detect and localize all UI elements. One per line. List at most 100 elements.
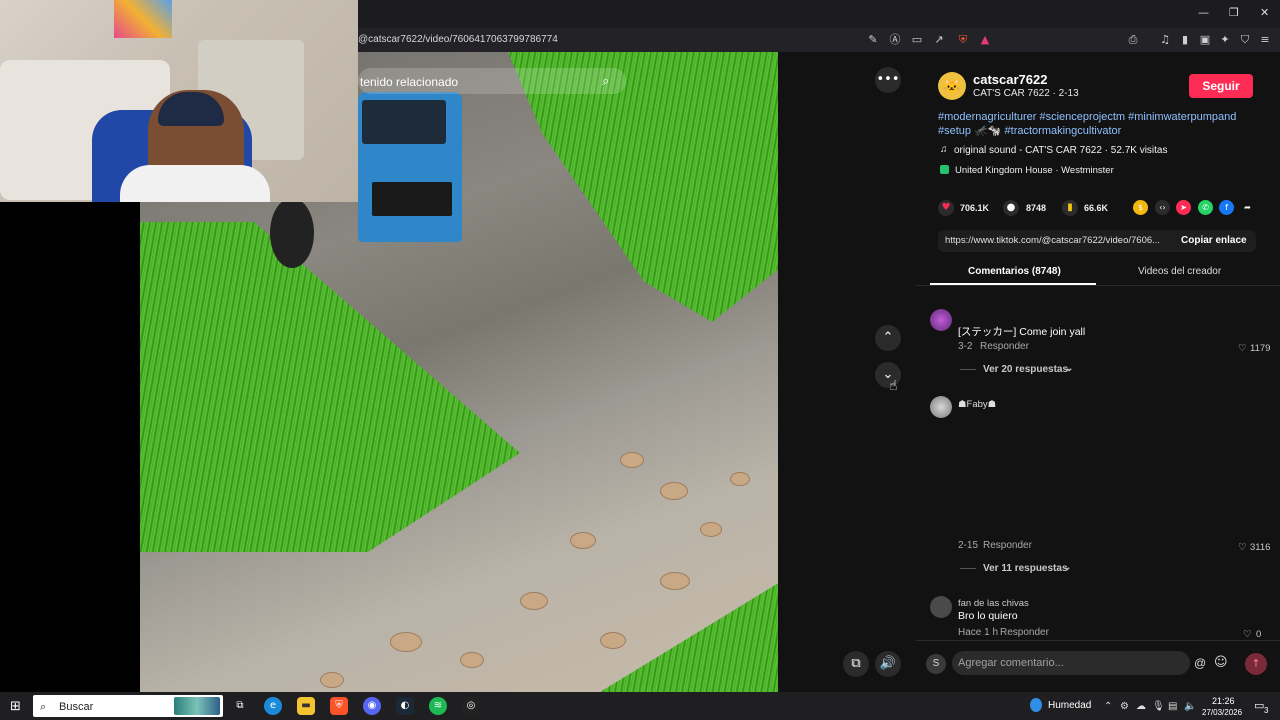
task-view-icon[interactable]: ⧉: [231, 697, 249, 715]
pebble: [460, 652, 484, 668]
tab-comments[interactable]: Comentarios (8748): [968, 266, 1061, 277]
volume-button[interactable]: 🔊: [875, 651, 901, 677]
menu-icon[interactable]: ≡: [1258, 33, 1272, 47]
clock-time[interactable]: 21:26: [1212, 696, 1235, 706]
whatsapp-icon[interactable]: ✆: [1198, 200, 1213, 215]
obs-icon[interactable]: ◎: [462, 697, 480, 715]
picture-in-picture-button[interactable]: ⧉: [843, 651, 869, 677]
discord-icon[interactable]: ◉: [363, 697, 381, 715]
creator-subtitle: CAT'S CAR 7622 · 2-13: [973, 88, 1079, 99]
humidity-icon: [1030, 698, 1042, 712]
notifications-icon[interactable]: ▭: [1254, 699, 1264, 712]
bookmark-icon[interactable]: ▮: [1062, 200, 1078, 216]
previous-video-button[interactable]: ⌃: [875, 325, 901, 351]
share-arrow-icon[interactable]: ➦: [1240, 200, 1255, 215]
comment-avatar[interactable]: [930, 596, 952, 618]
comment-like-icon[interactable]: ♡: [1243, 629, 1252, 640]
view-replies-button[interactable]: Ver 20 respuestas: [983, 364, 1068, 375]
windows-start-icon[interactable]: ⊞: [10, 699, 21, 714]
reader-mode-icon[interactable]: ✎: [866, 33, 880, 47]
reply-button[interactable]: Responder: [980, 341, 1029, 352]
creator-username[interactable]: catscar7622: [973, 72, 1047, 87]
webcam-poster: [114, 0, 172, 38]
microphone-icon[interactable]: 🎙: [1152, 701, 1165, 712]
embed-icon[interactable]: ‹›: [1155, 200, 1170, 215]
mention-icon[interactable]: @: [1194, 656, 1206, 670]
url-text[interactable]: @catscar7622/video/7606417063799786774: [358, 34, 558, 45]
tray-app-icon[interactable]: ⚙: [1120, 701, 1129, 712]
composer-divider: [916, 640, 1280, 641]
comment-author[interactable]: ☗Faby☗: [958, 399, 996, 410]
weather-label[interactable]: Humedad: [1048, 700, 1091, 711]
reply-button[interactable]: Responder: [1000, 627, 1049, 638]
sidebar-icon[interactable]: ▮: [1178, 33, 1192, 47]
my-avatar[interactable]: S: [926, 654, 946, 674]
comment-avatar[interactable]: [930, 396, 952, 418]
brave-shield-icon[interactable]: ⛨: [956, 33, 970, 47]
notification-count: 3: [1264, 706, 1269, 715]
view-replies-button[interactable]: Ver 11 respuestas: [983, 563, 1068, 574]
location-info[interactable]: United Kingdom House · Westminster: [955, 165, 1114, 176]
send-to-friends-icon[interactable]: ➤: [1176, 200, 1191, 215]
coin-share-icon[interactable]: $: [1133, 200, 1148, 215]
chevron-down-icon: ⌄: [1063, 562, 1072, 573]
search-icon[interactable]: ⌕: [602, 73, 609, 89]
wallet-icon[interactable]: ▣: [1198, 33, 1212, 47]
toy-truck-window: [362, 100, 446, 144]
comment-author[interactable]: fan de las chivas: [958, 598, 1029, 609]
volume-tray-icon[interactable]: 🔈: [1184, 701, 1196, 712]
comment-icon[interactable]: ●: [1003, 200, 1019, 216]
emoji-icon[interactable]: ☺: [1214, 655, 1228, 670]
comment-like-count: 1179: [1250, 343, 1271, 354]
grass-left: [140, 222, 520, 552]
likes-count: 706.1K: [960, 203, 990, 213]
video-hashtags[interactable]: #modernagriculturer #scienceprojectm #mi…: [938, 110, 1258, 138]
spotify-icon[interactable]: ≋: [429, 697, 447, 715]
music-icon[interactable]: ♫: [1158, 33, 1172, 47]
edge-icon[interactable]: e: [264, 697, 282, 715]
close-window-icon[interactable]: ✕: [1260, 6, 1269, 19]
comment-avatar[interactable]: [930, 309, 952, 331]
replies-divider: [960, 369, 976, 370]
restore-icon[interactable]: ❐: [1229, 6, 1239, 19]
translate-icon[interactable]: Ⓐ: [888, 33, 902, 47]
taskbar-search-label[interactable]: Buscar: [59, 701, 93, 713]
brave-icon[interactable]: ⛨: [330, 697, 348, 715]
pebble: [660, 482, 688, 500]
post-comment-button[interactable]: ↑: [1245, 653, 1267, 675]
follow-button[interactable]: Seguir: [1189, 74, 1253, 98]
pebble: [660, 572, 690, 590]
facebook-icon[interactable]: f: [1219, 200, 1234, 215]
file-explorer-icon[interactable]: ▬: [297, 697, 315, 715]
toy-truck-wheel: [270, 198, 314, 268]
copy-link-button[interactable]: Copiar enlace: [1181, 235, 1247, 246]
tray-chevron-icon[interactable]: ⌃: [1104, 701, 1112, 712]
brave-rewards-icon[interactable]: ▲: [978, 33, 992, 47]
share-link-url[interactable]: https://www.tiktok.com/@catscar7622/vide…: [945, 235, 1160, 246]
cast-icon[interactable]: ▭: [910, 33, 924, 47]
creator-avatar[interactable]: 🐱: [938, 72, 966, 100]
sound-info[interactable]: original sound - CAT'S CAR 7622 · 52.7K …: [954, 145, 1168, 156]
mouse-cursor-icon: ☝: [889, 378, 898, 394]
vpn-icon[interactable]: ⛉: [1238, 33, 1252, 47]
pebble: [570, 532, 596, 549]
minimize-icon[interactable]: —: [1198, 6, 1209, 19]
clock-date[interactable]: 27/03/2026: [1202, 708, 1242, 717]
network-icon[interactable]: ▤: [1168, 701, 1177, 712]
comment-like-icon[interactable]: ♡: [1238, 542, 1247, 553]
tray-cloud-icon[interactable]: ☁: [1136, 701, 1146, 712]
more-options-button[interactable]: •••: [875, 67, 901, 93]
reply-button[interactable]: Responder: [983, 540, 1032, 551]
heart-icon[interactable]: ♥: [938, 200, 954, 216]
comment-like-icon[interactable]: ♡: [1238, 343, 1247, 354]
steam-icon[interactable]: ◐: [396, 697, 414, 715]
related-content-search-text[interactable]: tenido relacionado: [360, 75, 458, 89]
leo-ai-icon[interactable]: ✦: [1218, 33, 1232, 47]
screenshot-icon[interactable]: ⎙: [1126, 33, 1140, 47]
comment-input[interactable]: [952, 651, 1190, 675]
music-note-icon: ♫: [940, 144, 948, 155]
share-page-icon[interactable]: ↗: [932, 33, 946, 47]
search-icon: ⌕: [40, 700, 47, 713]
toy-truck-grille: [372, 182, 452, 216]
tab-creator-videos[interactable]: Videos del creador: [1138, 266, 1221, 277]
